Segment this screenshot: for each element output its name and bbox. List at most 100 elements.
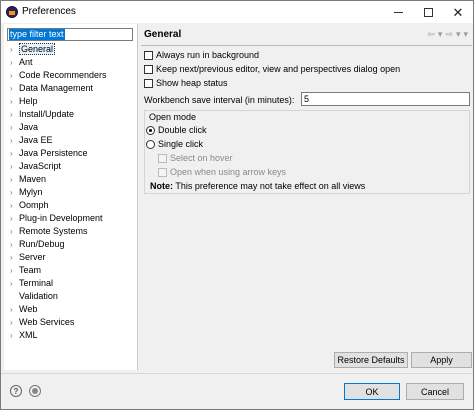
minimize-button[interactable] <box>383 1 413 23</box>
radio-label: Single click <box>158 139 204 149</box>
tree-item[interactable]: › Oomph <box>4 199 138 212</box>
maximize-button[interactable] <box>413 1 443 23</box>
expand-chevron-icon[interactable]: › <box>10 43 18 56</box>
window-title: Preferences <box>22 6 76 17</box>
expand-chevron-icon[interactable]: › <box>10 56 18 69</box>
tree-item-label: Team <box>19 265 42 275</box>
tree-item[interactable]: › Help <box>4 95 138 108</box>
tree-item-label: XML <box>19 330 38 340</box>
page-title: General <box>144 29 182 40</box>
tree-item[interactable]: › Maven <box>4 173 138 186</box>
view-menu-icon[interactable]: ▾ <box>463 29 468 40</box>
expand-chevron-icon[interactable]: › <box>10 251 18 264</box>
restore-defaults-button[interactable]: Restore Defaults <box>334 352 408 368</box>
tree-item[interactable]: › Web <box>4 303 138 316</box>
checkbox-label: Always run in background <box>156 50 260 60</box>
tree-item[interactable]: › XML <box>4 329 138 342</box>
save-interval-input[interactable]: 5 <box>301 92 470 106</box>
expand-chevron-icon[interactable]: › <box>10 212 18 225</box>
expand-chevron-icon[interactable]: › <box>10 173 18 186</box>
expand-chevron-icon[interactable]: › <box>10 134 18 147</box>
expand-chevron-icon[interactable]: › <box>10 199 18 212</box>
tree-item-label: General <box>19 43 56 55</box>
tree-item[interactable]: › Web Services <box>4 316 138 329</box>
expand-chevron-icon[interactable]: › <box>10 264 18 277</box>
tree-item-label: Terminal <box>19 278 54 288</box>
close-button[interactable]: ✕ <box>443 1 473 23</box>
checkbox-box[interactable] <box>144 78 153 88</box>
tree-item[interactable]: › Install/Update <box>4 108 138 121</box>
save-interval-label: Workbench save interval (in minutes): <box>144 95 295 105</box>
tree-item[interactable]: › Terminal <box>4 277 138 290</box>
double-click-radio[interactable]: Double click <box>146 124 207 136</box>
show-heap-status-checkbox[interactable]: Show heap status <box>144 77 228 89</box>
expand-chevron-icon[interactable]: › <box>10 186 18 199</box>
cancel-button[interactable]: Cancel <box>406 383 464 400</box>
radio-button[interactable] <box>146 139 155 149</box>
radio-label: Double click <box>158 125 207 135</box>
always-run-background-checkbox[interactable]: Always run in background <box>144 49 259 61</box>
tree-item-label: Validation <box>19 291 58 301</box>
expand-chevron-icon[interactable]: › <box>10 69 18 82</box>
expand-chevron-icon[interactable]: › <box>10 277 18 290</box>
page-navigation: ⇦ ▾ ⇨ ▾ ▾ <box>427 29 468 40</box>
tree-item[interactable]: › Java <box>4 121 138 134</box>
forward-icon[interactable]: ⇨ <box>445 29 453 40</box>
eclipse-icon <box>6 6 18 18</box>
tree-item[interactable]: › Mylyn <box>4 186 138 199</box>
checkbox-label: Select on hover <box>170 153 233 163</box>
tree-item-label: Data Management <box>19 83 94 93</box>
back-menu-icon[interactable]: ▾ <box>438 29 443 40</box>
tree-item-label: Help <box>19 96 38 106</box>
expand-chevron-icon[interactable]: › <box>10 329 18 342</box>
checkbox-box <box>158 167 167 177</box>
tree-item[interactable]: › Run/Debug <box>4 238 138 251</box>
apply-button[interactable]: Apply <box>411 352 472 368</box>
expand-chevron-icon[interactable]: › <box>10 160 18 173</box>
tree-item[interactable]: › Data Management <box>4 82 138 95</box>
keep-dialog-open-checkbox[interactable]: Keep next/previous editor, view and pers… <box>144 63 400 75</box>
radio-button[interactable] <box>146 125 155 135</box>
tree-item-label: Plug-in Development <box>19 213 103 223</box>
checkbox-label: Open when using arrow keys <box>170 167 287 177</box>
footer-separator <box>1 373 473 374</box>
tree-item[interactable]: › Remote Systems <box>4 225 138 238</box>
tree-item[interactable]: › Server <box>4 251 138 264</box>
single-click-radio[interactable]: Single click <box>146 138 203 150</box>
expand-chevron-icon[interactable]: › <box>10 82 18 95</box>
expand-chevron-icon[interactable]: › <box>10 316 18 329</box>
tree-item-label: Server <box>19 252 46 262</box>
record-macro-icon[interactable] <box>29 385 41 397</box>
close-icon: ✕ <box>452 4 464 20</box>
open-mode-group: Open mode Double click Single click Sele… <box>144 110 470 194</box>
tree-item-label: Web <box>19 304 38 314</box>
expand-chevron-icon[interactable]: › <box>10 147 18 160</box>
tree-item[interactable]: › JavaScript <box>4 160 138 173</box>
tree-item[interactable]: › Java Persistence <box>4 147 138 160</box>
select-on-hover-checkbox: Select on hover <box>158 152 233 164</box>
help-icon[interactable]: ? <box>10 385 22 397</box>
expand-chevron-icon[interactable]: › <box>10 108 18 121</box>
tree-item-label: JavaScript <box>19 161 62 171</box>
minimize-icon <box>393 11 403 13</box>
expand-chevron-icon[interactable]: › <box>10 225 18 238</box>
tree-item[interactable]: Validation <box>4 290 138 303</box>
tree-item[interactable]: › General <box>4 43 138 56</box>
ok-button[interactable]: OK <box>344 383 400 400</box>
tree-item[interactable]: › Team <box>4 264 138 277</box>
checkbox-box <box>158 153 167 163</box>
tree-item[interactable]: › Java EE <box>4 134 138 147</box>
forward-menu-icon[interactable]: ▾ <box>456 29 461 40</box>
checkbox-box[interactable] <box>144 64 153 74</box>
expand-chevron-icon[interactable]: › <box>10 95 18 108</box>
tree-item[interactable]: › Plug-in Development <box>4 212 138 225</box>
expand-chevron-icon[interactable]: › <box>10 121 18 134</box>
tree-item[interactable]: › Ant <box>4 56 138 69</box>
filter-input[interactable]: type filter text <box>7 28 133 41</box>
back-icon[interactable]: ⇦ <box>427 29 435 40</box>
expand-chevron-icon[interactable]: › <box>10 303 18 316</box>
expand-chevron-icon[interactable]: › <box>10 238 18 251</box>
preference-page: General ⇦ ▾ ⇨ ▾ ▾ Always run in backgrou… <box>141 24 472 370</box>
checkbox-box[interactable] <box>144 50 153 60</box>
tree-item[interactable]: › Code Recommenders <box>4 69 138 82</box>
